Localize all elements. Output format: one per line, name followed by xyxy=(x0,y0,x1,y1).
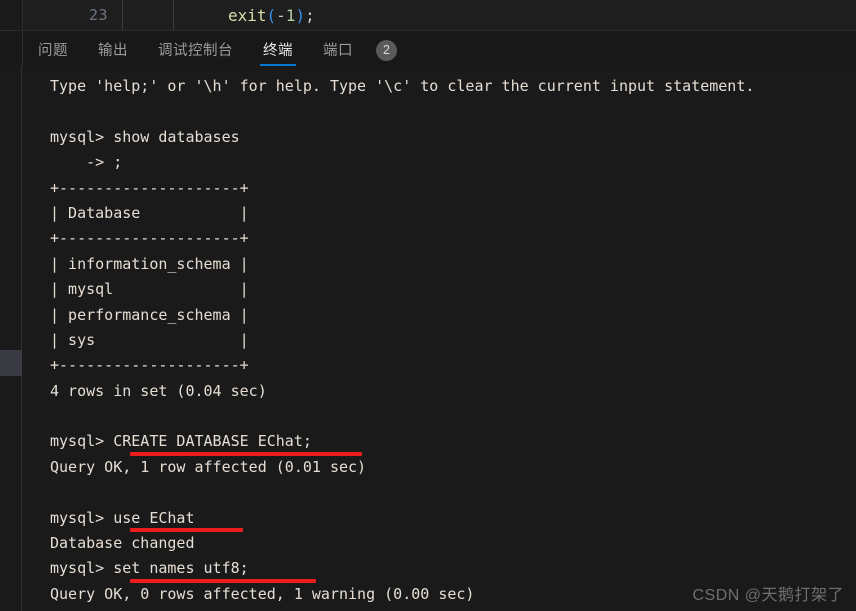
code-token-number: -1 xyxy=(276,5,296,25)
ports-count-badge: 2 xyxy=(376,39,397,61)
watermark-text: CSDN @天鹅打架了 xyxy=(692,587,844,604)
terminal-scroll-thumb[interactable] xyxy=(0,350,22,376)
terminal-output[interactable]: Type 'help;' or '\h' for help. Type '\c'… xyxy=(23,66,856,611)
tab-bar-left-rail xyxy=(0,31,22,67)
ports-badge-wrap: 2 xyxy=(368,31,397,67)
panel-tab-bar: 问题 输出 调试控制台 终端 端口 2 xyxy=(0,30,856,67)
code-token-open-paren: ( xyxy=(266,5,277,25)
terminal-line: mysql> use EChat xyxy=(50,506,856,533)
tab-output[interactable]: 输出 xyxy=(83,31,143,67)
tab-problems[interactable]: 问题 xyxy=(23,31,83,67)
terminal-line: | mysql | xyxy=(50,280,249,299)
tab-ports[interactable]: 端口 xyxy=(308,31,368,67)
code-token-semicolon: ; xyxy=(305,5,315,25)
terminal-line: +--------------------+ xyxy=(50,229,249,248)
terminal-line: mysql> set names utf8; xyxy=(50,556,856,583)
terminal-line: +--------------------+ xyxy=(50,356,249,375)
tab-terminal[interactable]: 终端 xyxy=(248,31,308,67)
terminal-panel: Type 'help;' or '\h' for help. Type '\c'… xyxy=(0,66,856,611)
terminal-line: | Database | xyxy=(50,203,249,222)
terminal-line: | performance_schema | xyxy=(50,305,249,324)
terminal-line: | information_schema | xyxy=(50,254,249,273)
editor-fold-column[interactable] xyxy=(122,0,174,30)
terminal-line: -> ; xyxy=(50,153,123,172)
terminal-line: Query OK, 1 row affected (0.01 sec) xyxy=(50,457,367,476)
terminal-line: | sys | xyxy=(50,330,249,349)
terminal-left-rail xyxy=(0,66,22,611)
terminal-line: 4 rows in set (0.04 sec) xyxy=(50,381,267,400)
terminal-line: mysql> CREATE DATABASE EChat; xyxy=(50,429,856,456)
terminal-line: Database changed xyxy=(50,534,195,553)
code-token-function: exit xyxy=(228,5,267,25)
editor-strip: 23 exit(-1); xyxy=(0,0,856,30)
terminal-line: mysql> show databases xyxy=(50,127,240,146)
code-token-close-paren: ) xyxy=(295,5,306,25)
editor-minimap-rail xyxy=(0,0,22,30)
editor-code-line[interactable]: exit(-1); xyxy=(174,0,856,30)
editor-line-number: 23 xyxy=(22,0,122,30)
terminal-line: +--------------------+ xyxy=(50,178,249,197)
tab-debug-console[interactable]: 调试控制台 xyxy=(143,31,248,67)
terminal-line: Type 'help;' or '\h' for help. Type '\c'… xyxy=(50,77,755,95)
